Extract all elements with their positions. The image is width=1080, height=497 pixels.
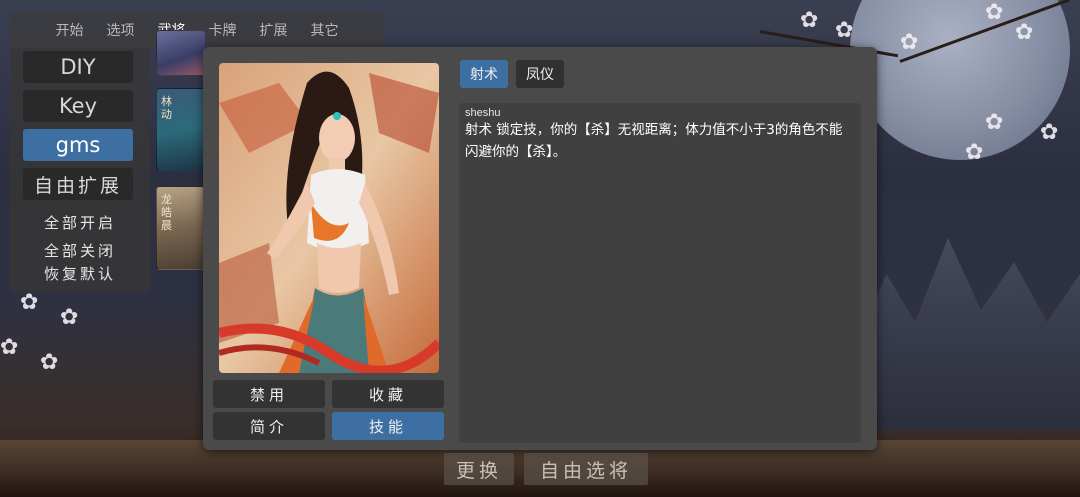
blossom-icon: ✿	[60, 305, 79, 330]
character-thumbnail[interactable]: 龙皓晨	[156, 186, 206, 270]
sidebar: DIY Key gms 自由扩展 全部开启 全部关闭 恢复默认	[10, 48, 150, 292]
free-select-button[interactable]: 自由选将	[524, 453, 648, 485]
disable-all-link[interactable]: 全部关闭	[10, 240, 150, 261]
character-portrait	[219, 63, 439, 373]
blossom-icon: ✿	[40, 350, 59, 375]
character-thumbnail[interactable]: 林动	[156, 88, 206, 172]
tab-extensions[interactable]: 扩展	[248, 16, 299, 44]
blossom-icon: ✿	[1015, 20, 1034, 45]
character-thumbnail[interactable]	[156, 30, 206, 76]
skills-button[interactable]: 技能	[332, 412, 444, 440]
sidebar-item-key[interactable]: Key	[23, 90, 133, 122]
blossom-icon: ✿	[1040, 120, 1059, 145]
blossom-icon: ✿	[800, 8, 819, 33]
tab-start[interactable]: 开始	[44, 16, 95, 44]
blossom-icon: ✿	[900, 30, 919, 55]
portrait-image	[219, 63, 439, 373]
tab-skill-fengyi[interactable]: 凤仪	[516, 60, 564, 88]
character-name: 龙皓晨	[161, 193, 172, 232]
skill-text: 射术 锁定技，你的【杀】无视距离；体力值不小于3的角色不能闪避你的【杀】。	[465, 122, 843, 160]
blossom-icon: ✿	[20, 290, 39, 315]
skill-id: sheshu	[465, 107, 501, 119]
enable-all-link[interactable]: 全部开启	[10, 212, 150, 233]
change-button[interactable]: 更换	[444, 453, 514, 485]
skill-description-panel: sheshu 射术 锁定技，你的【杀】无视距离；体力值不小于3的角色不能闪避你的…	[459, 103, 861, 443]
disable-button[interactable]: 禁用	[213, 380, 325, 408]
sidebar-item-free-extension[interactable]: 自由扩展	[23, 168, 133, 200]
sidebar-item-gms[interactable]: gms	[23, 129, 133, 161]
tab-options[interactable]: 选项	[95, 16, 146, 44]
restore-default-link[interactable]: 恢复默认	[10, 263, 150, 284]
blossom-icon: ✿	[835, 18, 854, 43]
favorite-button[interactable]: 收藏	[332, 380, 444, 408]
intro-button[interactable]: 简介	[213, 412, 325, 440]
moon	[850, 0, 1070, 160]
tab-skill-sheshu[interactable]: 射术	[460, 60, 508, 88]
blossom-icon: ✿	[985, 0, 1004, 25]
character-detail-dialog: 禁用 收藏 简介 技能 射术 凤仪 sheshu 射术 锁定技，你的【杀】无视距…	[203, 47, 877, 450]
blossom-icon: ✿	[0, 335, 19, 360]
character-name: 林动	[161, 95, 172, 121]
blossom-icon: ✿	[965, 140, 984, 165]
blossom-icon: ✿	[985, 110, 1004, 135]
sidebar-item-diy[interactable]: DIY	[23, 51, 133, 83]
mountains	[860, 238, 1080, 430]
tab-other[interactable]: 其它	[299, 16, 350, 44]
